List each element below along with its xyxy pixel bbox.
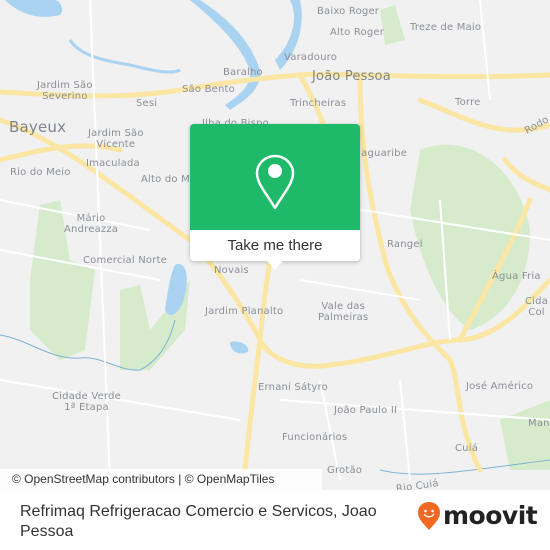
map-label-funcionarios: Funcionários (282, 432, 348, 443)
map-label-baixo-roger: Baixo Roger (317, 6, 380, 17)
map-label-man: Man (528, 418, 550, 429)
map-label-jose-americo: José Américo (466, 381, 534, 392)
popup-pointer (267, 261, 283, 270)
map-label-vale-das-palmeiras: Vale das Palmeiras (318, 301, 369, 323)
map-label-alto-do-mateus: Alto do M (141, 174, 190, 185)
take-me-there-button[interactable]: Take me there (190, 230, 360, 261)
map-label-imaculada: Imaculada (86, 158, 140, 169)
map-label-bayeux: Bayeux (9, 118, 67, 136)
destination-popup: Take me there (190, 124, 360, 270)
map-label-jardim-sao-vicente: Jardim São Vicente (88, 128, 144, 150)
map-label-ernani-satyro: Ernani Sátyro (258, 382, 328, 393)
map-label-joao-paulo-ii: João Paulo II (334, 405, 398, 416)
map-label-jardim-sao-severino: Jardim São Severino (37, 80, 93, 102)
place-title: Refrimaq Refrigeracao Comercio e Servico… (20, 503, 377, 540)
river (68, 39, 181, 74)
map-label-trincheiras: Trincheiras (290, 98, 347, 109)
park-area (380, 5, 405, 45)
map-label-rio-do-meio: Rio do Meio (10, 167, 71, 178)
map-label-mario-andreazza: Mário Andreazza (64, 213, 119, 235)
map-label-cidade-col: Cida Col (525, 296, 549, 318)
map-label-sao-bento: São Bento (182, 84, 235, 95)
map-label-joao-pessoa: João Pessoa (312, 69, 391, 84)
popup-header (190, 124, 360, 230)
moovit-logo[interactable]: moovit (417, 501, 538, 531)
moovit-smiley-pin-icon (418, 502, 440, 530)
map[interactable]: Baixo Roger Treze de Maio Alto Roger Var… (0, 0, 550, 490)
map-label-varadouro: Varadouro (284, 52, 338, 63)
map-label-baralho: Baralho (223, 67, 263, 78)
map-label-grotao: Grotão (327, 465, 363, 476)
map-label-jaguaribe: Jaguaribe (358, 148, 408, 159)
map-label-novais: Novais (214, 265, 249, 276)
map-label-cidade-verde: Cidade Verde 1ª Etapa (52, 391, 121, 413)
river (5, 0, 63, 17)
map-label-comercial-norte: Comercial Norte (83, 255, 168, 266)
park-area (500, 400, 550, 470)
map-label-agua-fria: Água Fria (492, 271, 541, 282)
footer: Refrimaq Refrigeracao Comercio e Servico… (0, 490, 550, 550)
map-label-alto-roger: Alto Roger (330, 27, 385, 38)
map-label-cuia: Cuiá (455, 443, 479, 454)
map-label-sesi: Sesi (136, 98, 158, 109)
map-label-jardim-planalto: Jardim Planalto (205, 306, 284, 317)
map-label-torre: Torre (455, 97, 481, 108)
map-attribution[interactable]: © OpenStreetMap contributors | © OpenMap… (0, 469, 322, 490)
map-label-treze-de-maio: Treze de Maio (410, 22, 482, 33)
moovit-wordmark: moovit (443, 501, 538, 530)
map-label-rangel: Rangel (387, 239, 423, 250)
lake (230, 341, 249, 354)
